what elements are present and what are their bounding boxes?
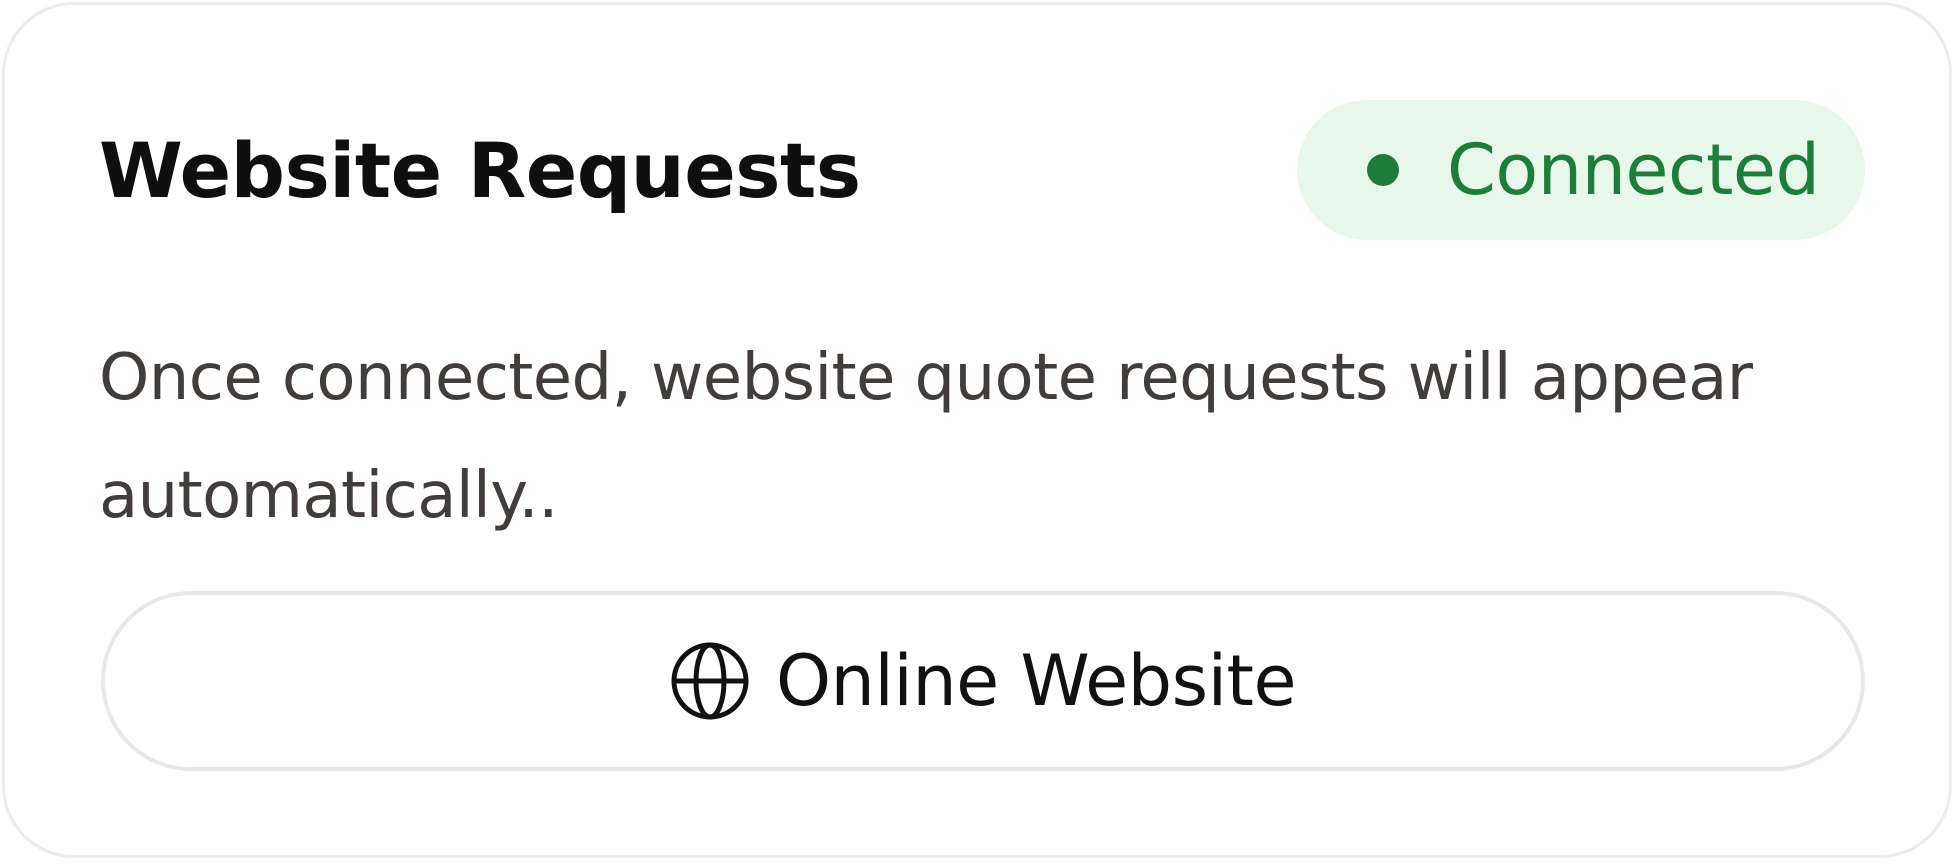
website-requests-card: Website Requests Connected Once connecte… (2, 2, 1952, 858)
online-website-label: Online Website (775, 640, 1297, 722)
globe-icon (670, 641, 750, 721)
status-dot-icon (1367, 154, 1399, 186)
card-description: Once connected, website quote requests w… (99, 341, 1753, 533)
status-label: Connected (1447, 129, 1820, 211)
connection-status-badge: Connected (1297, 100, 1865, 240)
card-title: Website Requests (99, 126, 861, 215)
online-website-button[interactable]: Online Website (101, 591, 1865, 771)
